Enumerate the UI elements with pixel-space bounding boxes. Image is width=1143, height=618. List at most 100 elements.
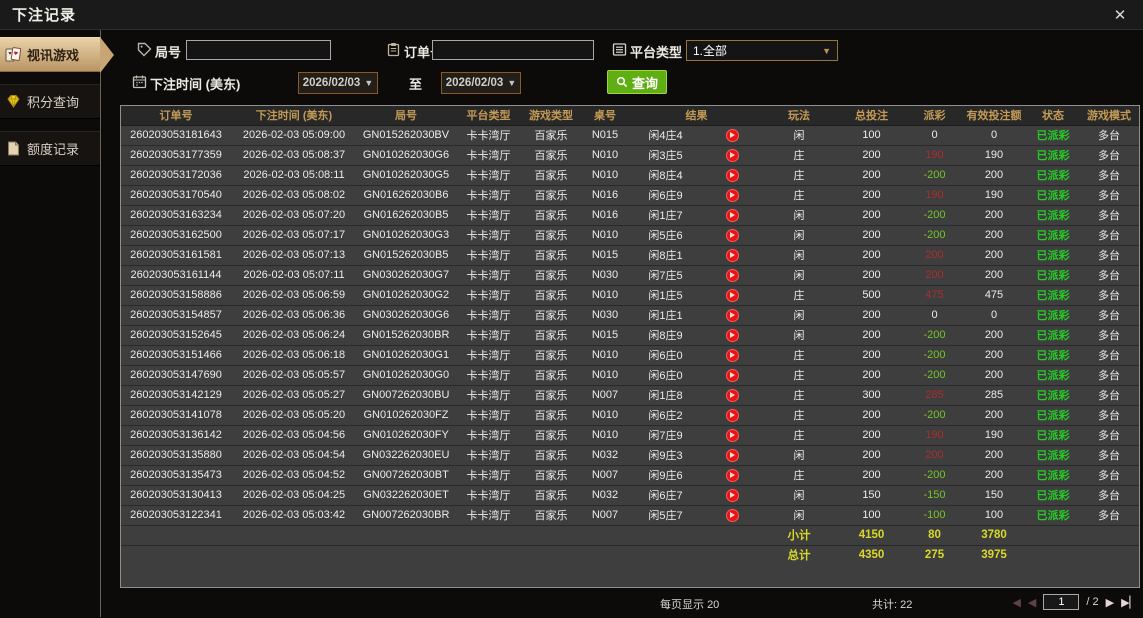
game-type-cell: 百家乐 (522, 204, 580, 225)
valid-bet-cell: 190 (961, 144, 1027, 165)
game-type-cell: 百家乐 (522, 164, 580, 185)
play-video-button[interactable] (725, 428, 739, 442)
game-mode-cell: 多台 (1079, 164, 1139, 185)
bet-time-cell: 2026-02-03 05:07:17 (231, 224, 357, 245)
play-video-button[interactable] (725, 248, 739, 262)
round-number-cell: GN032262030ET (357, 484, 455, 505)
close-icon[interactable]: ✕ (1109, 4, 1131, 26)
sidebar-item-label: 额度记录 (27, 142, 80, 157)
result-cell: 闲1庄1 (630, 304, 701, 325)
platform-cell: 卡卡湾厅 (455, 144, 522, 165)
result-cell: 闲1庄8 (630, 384, 701, 405)
first-page-icon[interactable]: ◀ (1012, 596, 1020, 609)
play-video-button[interactable] (725, 148, 739, 162)
round-number-cell: GN007262030BT (357, 464, 455, 485)
sidebar-item-label: 积分查询 (27, 95, 80, 110)
page-size-text: 每页显示 20 (660, 596, 719, 612)
play-video-button[interactable] (725, 288, 739, 302)
date-to-picker[interactable]: 2026/02/03 ▼ (441, 72, 521, 94)
game-mode-cell: 多台 (1079, 504, 1139, 525)
summary-total-bet: 4350 (835, 544, 908, 565)
play-video-button[interactable] (725, 268, 739, 282)
game-mode-cell: 多台 (1079, 224, 1139, 245)
play-video-button[interactable] (725, 328, 739, 342)
table-row: 260203053135473 2026-02-03 05:04:52 GN0072… (121, 464, 1139, 485)
table-number-cell: N010 (580, 404, 630, 425)
last-page-icon[interactable]: ▶▏ (1121, 596, 1138, 609)
play-video-button[interactable] (725, 408, 739, 422)
total-bet-cell: 200 (835, 324, 908, 345)
play-video-button[interactable] (725, 208, 739, 222)
status-cell: 已派彩 (1027, 484, 1079, 505)
play-video-button[interactable] (725, 168, 739, 182)
round-number-cell: GN015262030BV (357, 124, 455, 145)
page-number-input[interactable] (1043, 594, 1080, 610)
play-video-button[interactable] (725, 488, 739, 502)
game-type-cell: 百家乐 (522, 364, 580, 385)
sidebar-item-video-games[interactable]: 视讯游戏 (0, 37, 114, 73)
play-icon (730, 292, 735, 298)
play-video-button[interactable] (725, 228, 739, 242)
table-row: 260203053181643 2026-02-03 05:09:00 GN0152… (121, 124, 1139, 145)
play-video-button[interactable] (725, 188, 739, 202)
result-cell: 闲8庄9 (630, 324, 701, 345)
order-number-cell: 260203053141078 (121, 404, 231, 425)
play-video-button[interactable] (725, 508, 739, 522)
order-number-input[interactable] (432, 40, 594, 60)
play-method-cell: 闲 (763, 504, 835, 525)
search-button[interactable]: 查询 (607, 70, 668, 94)
replay-cell (701, 364, 763, 385)
play-video-button[interactable] (725, 128, 739, 142)
bet-time-cell: 2026-02-03 05:07:11 (231, 264, 357, 285)
round-number-cell: GN010262030G6 (357, 144, 455, 165)
column-header: 有效投注额 (961, 106, 1027, 126)
date-from-picker[interactable]: 2026/02/03 ▼ (298, 72, 378, 94)
page-size-value: 20 (707, 599, 720, 611)
game-type-cell: 百家乐 (522, 284, 580, 305)
play-method-cell: 闲 (763, 264, 835, 285)
result-cell: 闲7庄5 (630, 264, 701, 285)
order-number-cell: 260203053163234 (121, 204, 231, 225)
payout-cell: 475 (908, 284, 961, 305)
payout-cell: -100 (908, 504, 961, 525)
total-bet-cell: 150 (835, 484, 908, 505)
status-cell: 已派彩 (1027, 164, 1079, 185)
column-header: 玩法 (763, 106, 835, 126)
column-header: 平台类型 (455, 106, 522, 126)
play-video-button[interactable] (725, 388, 739, 402)
game-mode-cell: 多台 (1079, 204, 1139, 225)
total-count-label: 共计: (872, 599, 898, 611)
table-number-cell: N007 (580, 384, 630, 405)
round-number-input[interactable] (186, 40, 331, 60)
play-video-button[interactable] (725, 368, 739, 382)
sidebar-item-quota-records[interactable]: 额度记录 (0, 131, 100, 166)
game-type-cell: 百家乐 (522, 244, 580, 265)
game-mode-cell: 多台 (1079, 444, 1139, 465)
play-video-button[interactable] (725, 348, 739, 362)
play-icon (730, 272, 735, 278)
play-icon (730, 152, 735, 158)
table-number-cell: N010 (580, 164, 630, 185)
platform-cell: 卡卡湾厅 (455, 344, 522, 365)
order-number-cell: 260203053154857 (121, 304, 231, 325)
payout-cell: -200 (908, 324, 961, 345)
document-icon (8, 141, 19, 156)
play-method-cell: 闲 (763, 224, 835, 245)
play-video-button[interactable] (725, 308, 739, 322)
round-number-label: 局号 (155, 45, 182, 60)
play-icon (730, 352, 735, 358)
play-video-button[interactable] (725, 468, 739, 482)
platform-cell: 卡卡湾厅 (455, 264, 522, 285)
to-label: 至 (409, 77, 423, 92)
game-mode-cell: 多台 (1079, 404, 1139, 425)
sidebar-item-points-query[interactable]: 积分查询 (0, 84, 100, 119)
platform-select[interactable]: 1.全部 ▼ (686, 40, 838, 61)
game-type-cell: 百家乐 (522, 484, 580, 505)
next-page-icon[interactable]: ▶ (1106, 596, 1114, 609)
play-video-button[interactable] (725, 448, 739, 462)
prev-page-icon[interactable]: ◀ (1028, 596, 1036, 609)
status-cell: 已派彩 (1027, 244, 1079, 265)
total-bet-cell: 200 (835, 364, 908, 385)
clipboard-icon (387, 43, 400, 57)
play-method-cell: 庄 (763, 464, 835, 485)
